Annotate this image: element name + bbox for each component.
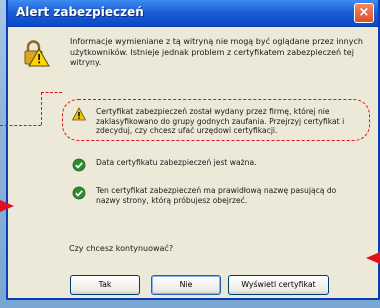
valid-name-text: Ten certyfikat zabezpieczeń ma prawidłow…: [96, 186, 337, 205]
window-title: Alert zabezpieczeń: [16, 5, 144, 19]
continue-question: Czy chcesz kontynuować?: [69, 244, 174, 253]
no-button[interactable]: Nie: [151, 275, 221, 295]
check-icon: [72, 158, 86, 172]
red-arrow-right-icon: [366, 252, 380, 264]
view-certificate-button[interactable]: Wyświetl certyfikat: [228, 275, 329, 295]
valid-date-text: Data certyfikatu zabezpieczeń jest ważna…: [96, 158, 257, 167]
check-icon: [72, 186, 86, 200]
lock-warning-icon: [24, 40, 50, 67]
red-arrow-left-icon: [0, 200, 14, 212]
security-alert-dialog: Alert zabezpieczeń × Informacje wymienia…: [6, 0, 380, 300]
close-button[interactable]: ×: [354, 3, 374, 23]
callout-line: [0, 125, 41, 126]
warning-icon: [72, 107, 86, 121]
yes-button[interactable]: Tak: [70, 275, 140, 295]
callout-line-vertical: [41, 92, 42, 125]
warning-text: Certyfikat zabezpieczeń został wydany pr…: [96, 107, 345, 136]
callout-line-short: [41, 92, 62, 93]
dialog-body: Informacje wymieniane z tą witryną nie m…: [8, 27, 378, 298]
intro-text: Informacje wymieniane z tą witryną nie m…: [70, 37, 363, 67]
title-bar[interactable]: Alert zabezpieczeń ×: [8, 0, 378, 27]
